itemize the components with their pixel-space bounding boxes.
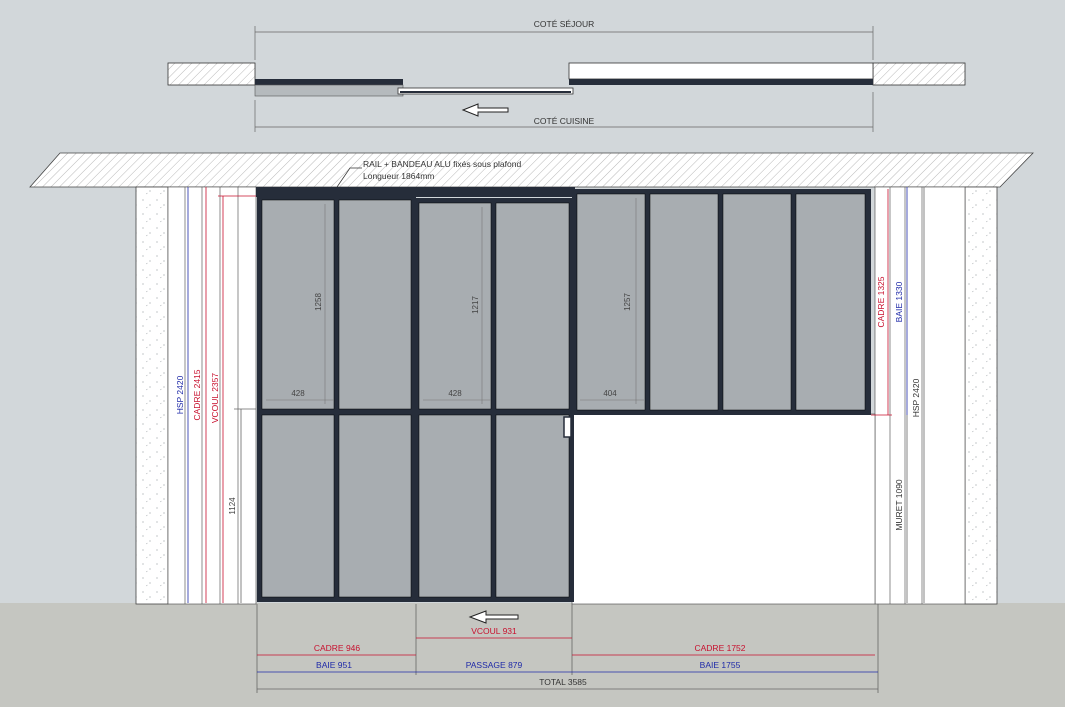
left-cadre: CADRE 2415: [192, 369, 202, 420]
bottom-vcoul: VCOUL 931: [471, 626, 517, 636]
ceiling-note-line2: Longueur 1864mm: [363, 171, 434, 181]
right-cadre: CADRE 1325: [876, 276, 886, 327]
left-vcoul: VCOUL 2357: [210, 373, 220, 424]
plan-right-wall: [872, 62, 966, 86]
left-bottom-panel: 1124: [228, 497, 237, 515]
floor: [0, 603, 1065, 707]
sliding-pane-width: 428: [448, 389, 462, 398]
right-muret: MURET 1090: [894, 479, 904, 531]
plan-top-label: COTÉ SÉJOUR: [534, 19, 594, 29]
bottom-cadre-left: CADRE 946: [314, 643, 361, 653]
ceiling-rail: [256, 187, 575, 197]
muret: [571, 413, 876, 605]
bottom-cadre-right: CADRE 1752: [694, 643, 745, 653]
plan-bottom-label: COTÉ CUISINE: [534, 116, 595, 126]
fixed-left-panel: [257, 196, 416, 602]
plan-slide-arrow: [461, 103, 509, 117]
bottom-passage: PASSAGE 879: [466, 660, 523, 670]
left-hsp: HSP 2420: [175, 375, 185, 414]
bottom-total: TOTAL 3585: [539, 677, 587, 687]
right-wall: [964, 186, 998, 605]
right-baie: BAIE 1330: [894, 281, 904, 322]
ceiling-slab: [29, 152, 1034, 188]
right-pane-width: 404: [603, 389, 617, 398]
plan-view: COTÉ SÉJOUR COTÉ CUISINE: [167, 19, 966, 132]
fixed-pane-height: 1258: [314, 293, 323, 311]
plan-left-panel: [255, 79, 403, 85]
ceiling-note-line1: RAIL + BANDEAU ALU fixés sous plafond: [363, 159, 521, 169]
left-wall: [135, 186, 169, 605]
fixed-right-panel: [572, 189, 871, 415]
bottom-baie-right: BAIE 1755: [700, 660, 741, 670]
fixed-pane-width: 428: [291, 389, 305, 398]
door-handle: [563, 416, 572, 438]
sliding-pane-height: 1217: [471, 296, 480, 314]
bottom-baie-left: BAIE 951: [316, 660, 352, 670]
right-hsp: HSP 2420: [911, 378, 921, 417]
technical-drawing: COTÉ SÉJOUR COTÉ CUISINE RAIL + BANDEAU …: [0, 19, 1065, 707]
plan-left-wall: [167, 62, 256, 86]
plan-right-panel: [568, 62, 874, 80]
right-pane-height: 1257: [623, 293, 632, 311]
